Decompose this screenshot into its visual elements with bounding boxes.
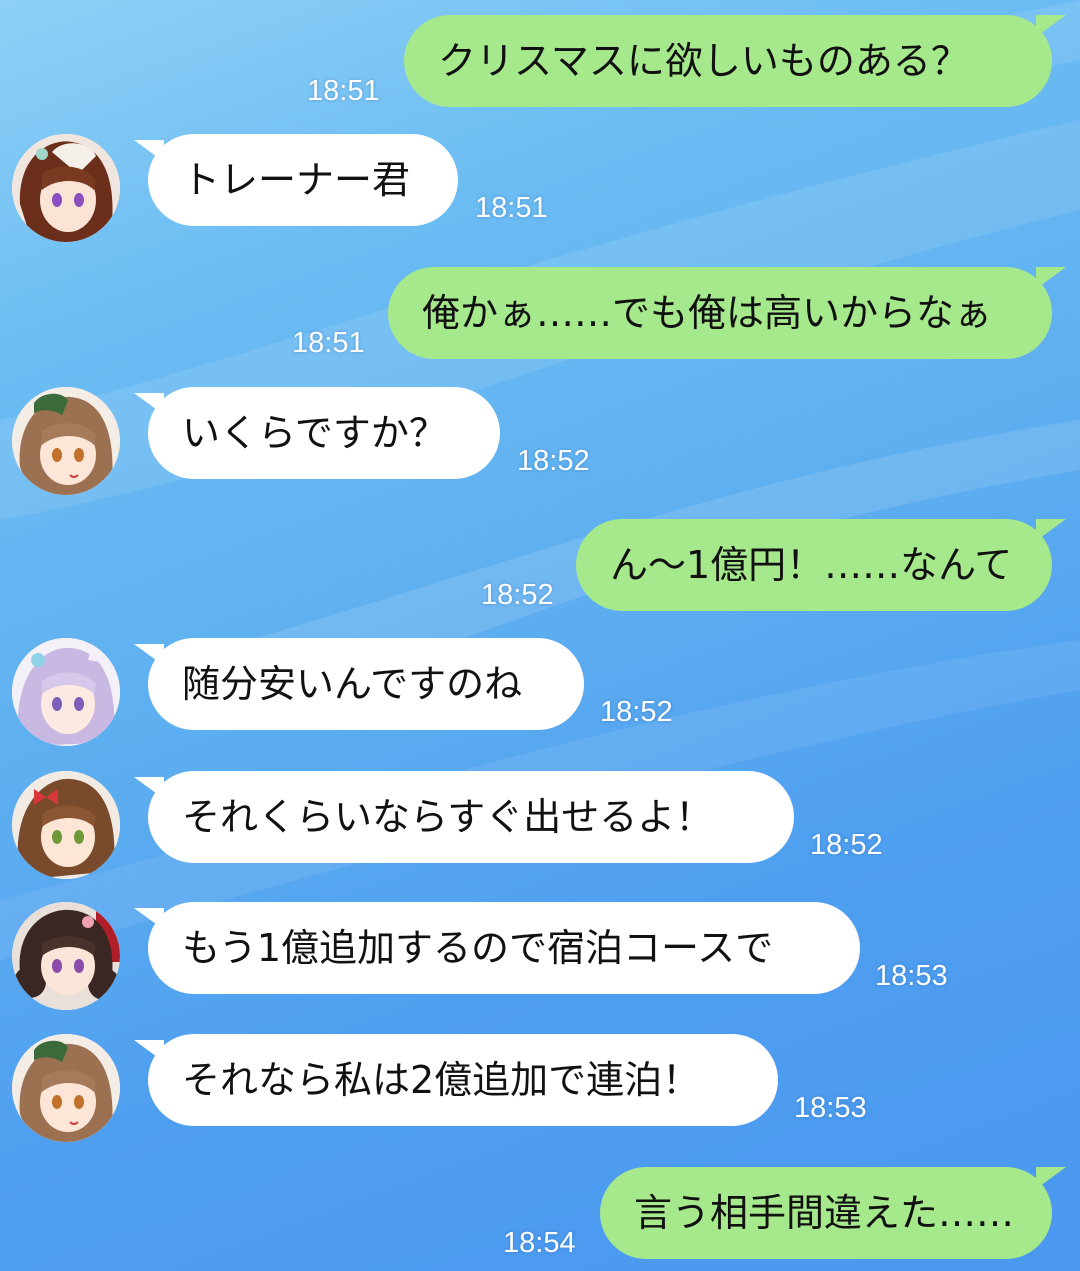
message-bubble[interactable]: もう1億追加するので宿泊コースで (148, 902, 860, 994)
message-bubble[interactable]: それくらいならすぐ出せるよ！ (148, 771, 794, 863)
message-timestamp: 18:53 (794, 1092, 867, 1124)
message-row-outgoing: 18:51 俺かぁ……でも俺は高いからなぁ (0, 267, 1080, 367)
message-row-outgoing: 18:54 言う相手間違えた…… (0, 1167, 1080, 1267)
message-timestamp: 18:54 (503, 1227, 576, 1259)
message-bubble[interactable]: 言う相手間違えた…… (600, 1167, 1052, 1259)
message-timestamp: 18:53 (875, 960, 948, 992)
message-timestamp: 18:51 (307, 75, 380, 107)
message-bubble[interactable]: 俺かぁ……でも俺は高いからなぁ (388, 267, 1052, 359)
message-bubble[interactable]: いくらですか？ (148, 387, 500, 479)
message-row-incoming: トレーナー君 18:51 (0, 132, 1080, 242)
avatar-lavender-hair[interactable] (12, 638, 120, 746)
message-row-incoming: それなら私は2億追加で連泊！ 18:53 (0, 1032, 1080, 1142)
message-row-incoming: それくらいならすぐ出せるよ！ 18:52 (0, 769, 1080, 879)
message-timestamp: 18:52 (481, 579, 554, 611)
message-bubble[interactable]: クリスマスに欲しいものある？ (404, 15, 1052, 107)
message-bubble[interactable]: ん〜1億円！……なんて (576, 519, 1052, 611)
message-timestamp: 18:52 (600, 696, 673, 728)
avatar-brown-hair-red-ribbon[interactable] (12, 771, 120, 879)
avatar-light-brown-hair-green-hat[interactable] (12, 387, 120, 495)
message-bubble[interactable]: トレーナー君 (148, 134, 458, 226)
message-row-outgoing: 18:51 クリスマスに欲しいものある？ (0, 15, 1080, 115)
message-timestamp: 18:51 (292, 327, 365, 359)
message-row-outgoing: 18:52 ん〜1億円！……なんて (0, 519, 1080, 619)
message-row-incoming: いくらですか？ 18:52 (0, 385, 1080, 495)
message-timestamp: 18:51 (475, 192, 548, 224)
message-timestamp: 18:52 (517, 445, 590, 477)
avatar-light-brown-hair-green-hat[interactable] (12, 1034, 120, 1142)
message-row-incoming: もう1億追加するので宿泊コースで 18:53 (0, 900, 1080, 1010)
avatar-brown-hair-white-stripe[interactable] (12, 134, 120, 242)
message-row-incoming: 随分安いんですのね 18:52 (0, 636, 1080, 746)
message-timestamp: 18:52 (810, 829, 883, 861)
avatar-dark-curly-hair[interactable] (12, 902, 120, 1010)
message-bubble[interactable]: 随分安いんですのね (148, 638, 584, 730)
message-bubble[interactable]: それなら私は2億追加で連泊！ (148, 1034, 778, 1126)
